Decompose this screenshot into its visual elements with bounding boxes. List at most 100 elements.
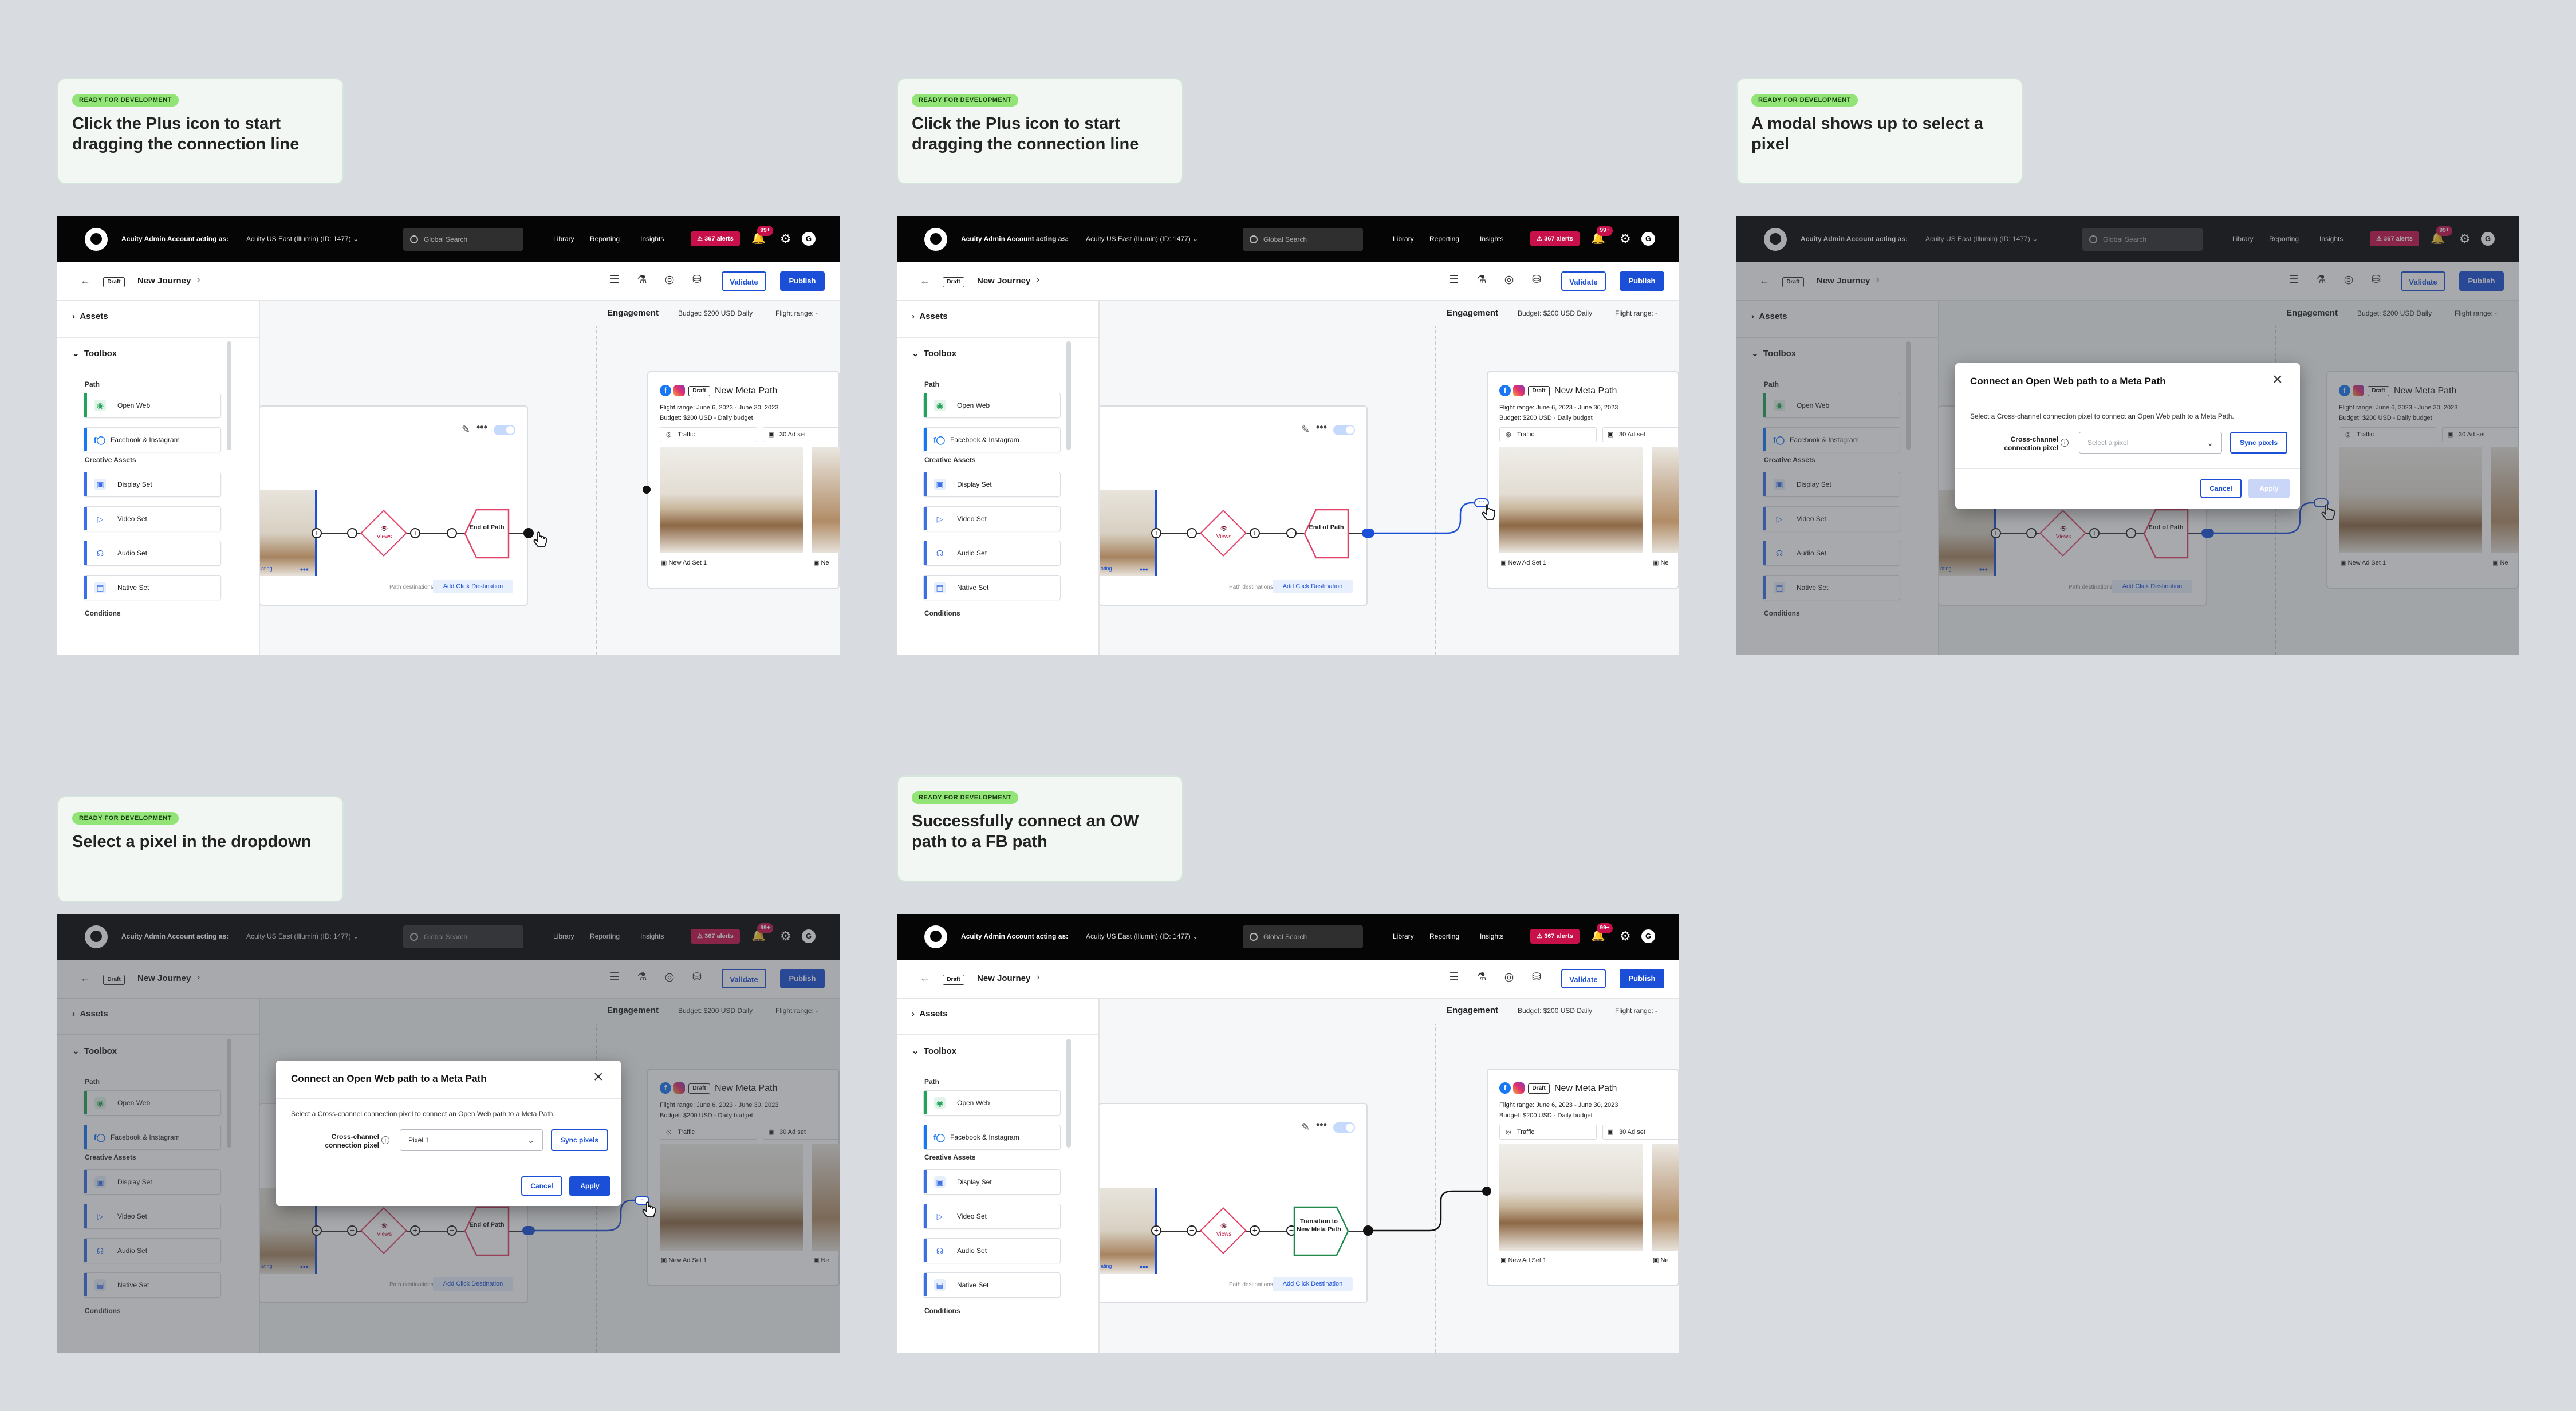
creative-assets-group-label: Creative Assets bbox=[85, 456, 136, 464]
sliders-icon[interactable]: ☰ bbox=[608, 274, 621, 286]
tool-label: Native Set bbox=[117, 584, 149, 592]
screen-step-5: Acuity Admin Account acting as: Acuity U… bbox=[897, 914, 1679, 1353]
ad-set-name-2-text: Ne bbox=[821, 559, 829, 566]
engagement-flight-range: Flight range: - bbox=[775, 309, 818, 317]
cancel-button[interactable]: Cancel bbox=[2200, 479, 2242, 498]
tool-color-bar bbox=[84, 507, 87, 530]
engagement-title: Engagement bbox=[607, 308, 659, 318]
tool-color-bar bbox=[84, 428, 87, 451]
screen-step-4: Acuity Admin Account acting as: Acuity U… bbox=[57, 914, 840, 1353]
add-click-destination-button[interactable]: Add Click Destination bbox=[433, 580, 513, 593]
connect-pixel-modal: Connect an Open Web path to a Meta Path ×… bbox=[276, 1061, 621, 1206]
path-toggle[interactable] bbox=[494, 425, 515, 435]
tool-open-web[interactable]: ◉ Open Web bbox=[84, 393, 221, 418]
toolbox-label: Toolbox bbox=[84, 349, 117, 358]
apply-button[interactable]: Apply bbox=[569, 1176, 610, 1196]
account-selector[interactable]: Acuity US East (Illumin) (ID: 1477) ⌄ bbox=[246, 235, 359, 243]
target-icon[interactable]: ◎ bbox=[663, 274, 676, 286]
brand-logo[interactable] bbox=[85, 228, 108, 251]
ad-set-count: ▣ 30 Ad set bbox=[763, 427, 840, 442]
toolbox-scrollbar[interactable] bbox=[227, 341, 231, 450]
top-nav-bar: Acuity Admin Account acting as: Acuity U… bbox=[57, 216, 840, 262]
publish-button[interactable]: Publish bbox=[780, 271, 825, 291]
cursor-shape bbox=[533, 531, 547, 547]
info-icon[interactable]: i bbox=[2061, 439, 2069, 447]
tool-native-set[interactable]: ▤ Native Set bbox=[84, 575, 221, 600]
ad-creative-image-2[interactable] bbox=[812, 447, 840, 553]
sync-pixels-button[interactable]: Sync pixels bbox=[551, 1129, 608, 1151]
tool-audio-set[interactable]: ☊ Audio Set bbox=[84, 541, 221, 566]
ad-creative-image[interactable] bbox=[660, 447, 803, 553]
plus-node-icon[interactable]: + bbox=[410, 528, 420, 538]
status-badge: READY FOR DEVELOPMENT bbox=[72, 812, 179, 825]
minus-node-icon[interactable]: − bbox=[347, 528, 357, 538]
nav-insights[interactable]: Insights bbox=[640, 235, 664, 243]
gear-icon[interactable]: ⚙ bbox=[780, 232, 791, 246]
nav-library[interactable]: Library bbox=[553, 235, 574, 243]
minus-node-icon[interactable]: − bbox=[447, 528, 457, 538]
conditions-group-label: Conditions bbox=[85, 609, 121, 617]
screen-step-1: Acuity Admin Account acting as: Acuity U… bbox=[57, 216, 840, 655]
tool-color-bar bbox=[84, 472, 87, 496]
tool-facebook-instagram[interactable]: f◯ Facebook & Instagram bbox=[84, 427, 221, 452]
output-connector[interactable] bbox=[1363, 1225, 1373, 1236]
alerts-badge[interactable]: ⚠ 367 alerts bbox=[691, 231, 740, 246]
meta-input-connector[interactable] bbox=[1482, 1187, 1491, 1196]
path-destinations-label: Path destinations: bbox=[389, 584, 435, 590]
draft-badge: Draft bbox=[688, 386, 710, 396]
ad-set-name-2: ▣ Ne bbox=[813, 559, 829, 566]
close-icon[interactable]: × bbox=[593, 1069, 604, 1086]
creative-thumbnail[interactable] bbox=[260, 490, 315, 576]
meta-budget: Budget: $200 USD - Daily budget bbox=[660, 415, 753, 421]
sync-pixels-button[interactable]: Sync pixels bbox=[2230, 432, 2287, 454]
draft-badge: Draft bbox=[103, 277, 125, 287]
display-set-icon: ▣ bbox=[94, 479, 106, 490]
chevron-down-icon: ⌄ bbox=[353, 235, 359, 243]
stack-icon[interactable]: ⛁ bbox=[691, 274, 703, 286]
note-step-4: READY FOR DEVELOPMENT Select a pixel in … bbox=[57, 796, 344, 902]
native-set-icon: ▤ bbox=[94, 582, 106, 593]
connect-pixel-modal: Connect an Open Web path to a Meta Path ×… bbox=[1955, 363, 2300, 509]
chevron-right-icon[interactable]: › bbox=[197, 275, 200, 285]
thumbnail-more-icon[interactable]: ••• bbox=[300, 565, 309, 574]
meta-path-card[interactable]: f Draft New Meta Path Flight range: June… bbox=[647, 371, 840, 589]
pixel-select[interactable]: Select a pixel ⌄ bbox=[2079, 432, 2222, 454]
global-search-input[interactable]: Global Search bbox=[403, 228, 523, 251]
objective-label: Traffic bbox=[678, 431, 695, 438]
close-icon[interactable]: × bbox=[2272, 371, 2283, 388]
tool-color-bar bbox=[84, 541, 87, 565]
screen-step-3: Acuity Admin Account acting as: Acuity U… bbox=[1736, 216, 2519, 655]
pixel-select[interactable]: Pixel 1 ⌄ bbox=[400, 1129, 543, 1151]
divider bbox=[1955, 468, 2300, 469]
plus-node-icon[interactable]: + bbox=[312, 528, 322, 538]
meta-input-connector[interactable] bbox=[643, 486, 651, 494]
avatar[interactable]: G bbox=[802, 232, 816, 246]
hand-cursor-icon bbox=[1481, 503, 1498, 522]
pixel-select-value: Pixel 1 bbox=[408, 1136, 430, 1144]
tool-label: Video Set bbox=[117, 515, 147, 523]
ad-set-count-label: 30 Ad set bbox=[779, 431, 806, 438]
tool-video-set[interactable]: ▷ Video Set bbox=[84, 506, 221, 531]
alerts-count: 367 alerts bbox=[704, 235, 734, 242]
assets-section-toggle[interactable]: › Assets bbox=[72, 312, 108, 321]
note-text: Select a pixel in the dropdown bbox=[72, 833, 312, 851]
back-arrow-icon[interactable]: ← bbox=[80, 275, 90, 287]
more-options-icon[interactable]: ••• bbox=[476, 421, 487, 433]
nav-reporting[interactable]: Reporting bbox=[590, 235, 620, 243]
end-of-path-label: End of Path bbox=[469, 524, 505, 531]
status-badge: READY FOR DEVELOPMENT bbox=[912, 94, 1018, 107]
tool-display-set[interactable]: ▣ Display Set bbox=[84, 472, 221, 497]
notification-count-badge: 99+ bbox=[757, 226, 773, 236]
cancel-button[interactable]: Cancel bbox=[521, 1176, 562, 1196]
open-web-path-card[interactable]: ✎ ••• ••• ating Path destinations: Add C… bbox=[259, 405, 528, 606]
note-text: Click the Plus icon to start dragging th… bbox=[912, 115, 1139, 153]
tool-color-bar bbox=[84, 393, 87, 417]
validate-button[interactable]: Validate bbox=[722, 271, 766, 291]
flask-icon[interactable]: ⚗ bbox=[636, 274, 648, 286]
plus-connector-icon[interactable] bbox=[1362, 529, 1374, 538]
end-of-path-node[interactable]: End of Path bbox=[464, 507, 510, 560]
pencil-icon[interactable]: ✎ bbox=[462, 424, 470, 436]
toolbox-section-toggle[interactable]: ⌄ Toolbox bbox=[72, 348, 117, 358]
journey-title: New Journey bbox=[137, 276, 191, 286]
info-icon[interactable]: i bbox=[381, 1136, 389, 1144]
